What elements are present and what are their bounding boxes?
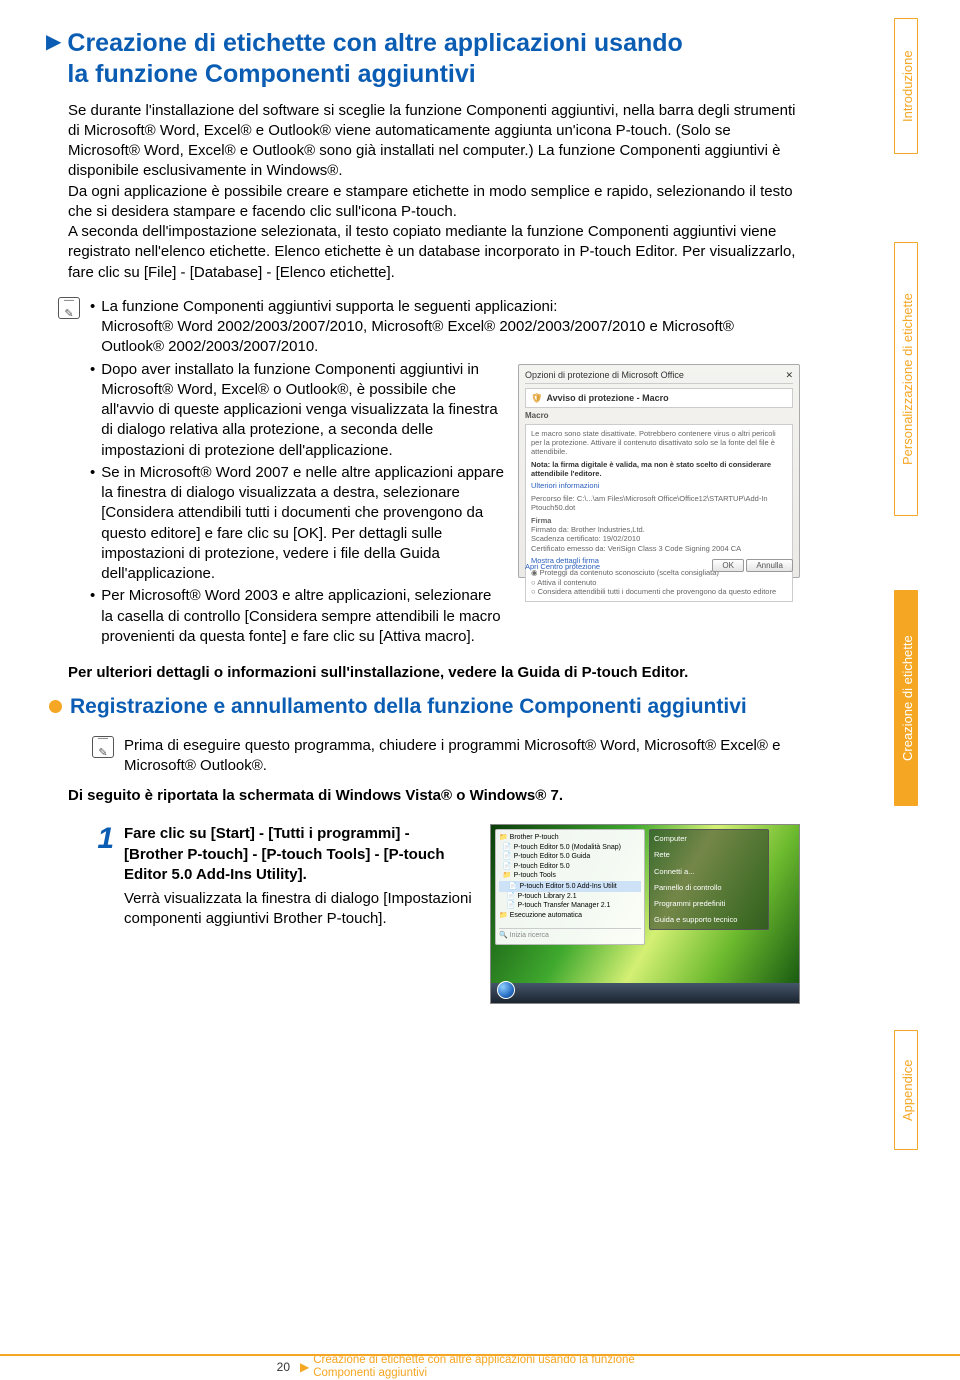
note-icon: —✎ — [92, 736, 114, 758]
triangle-icon: ▶ — [300, 1359, 309, 1375]
note-block-1: —✎ La funzione Componenti aggiuntivi sup… — [58, 297, 800, 649]
page-number: 20 — [0, 1359, 300, 1375]
note-block-2: —✎ Prima di eseguire questo programma, c… — [92, 736, 800, 777]
triangle-icon: ▶ — [46, 32, 61, 52]
step1-result: Verrà visualizzata la finestra di dialog… — [124, 889, 472, 930]
note1-bullet1: La funzione Componenti aggiuntivi suppor… — [101, 297, 800, 358]
tab-personalizzazione[interactable]: Personalizzazione di etichette — [894, 242, 918, 516]
note1-bullet4: Per Microsoft® Word 2003 e altre applica… — [101, 586, 504, 647]
cancel-button[interactable]: Annulla — [746, 559, 793, 572]
note-icon: —✎ — [58, 297, 80, 319]
sub-heading: Registrazione e annullamento della funzi… — [70, 693, 747, 721]
shield-icon: 🛡 — [531, 392, 542, 404]
guide-reference: Per ulteriori dettagli o informazioni su… — [68, 663, 800, 683]
tab-creazione[interactable]: Creazione di etichette — [894, 590, 918, 806]
step1-instruction: Fare clic su [Start] - [Tutti i programm… — [124, 825, 445, 883]
trust-center-link[interactable]: Apri Centro protezione — [525, 562, 600, 572]
note1-bullet2: Dopo aver installato la funzione Compone… — [101, 360, 504, 461]
footer-title: Creazione di etichette con altre applica… — [313, 1354, 635, 1379]
close-icon[interactable]: ✕ — [785, 369, 793, 381]
tab-introduzione[interactable]: Introduzione — [894, 18, 918, 154]
intro-paragraph: Se durante l'installazione del software … — [68, 101, 800, 283]
tab-appendice[interactable]: Appendice — [894, 1030, 918, 1150]
security-dialog-thumb: Opzioni di protezione di Microsoft Offic… — [518, 364, 800, 578]
step-1: 1 Fare clic su [Start] - [Tutti i progra… — [86, 824, 800, 1004]
ok-button[interactable]: OK — [712, 559, 744, 572]
side-nav-tabs: Introduzione Personalizzazione di etiche… — [894, 18, 930, 1150]
step-number: 1 — [86, 824, 114, 854]
page-title: Creazione di etichette con altre applica… — [67, 28, 682, 91]
page-footer: 20 ▶ Creazione di etichette con altre ap… — [0, 1354, 960, 1378]
bullet-icon — [49, 700, 62, 713]
more-info-link[interactable]: Ulteriori informazioni — [531, 481, 787, 490]
vista-caption: Di seguito è riportata la schermata di W… — [68, 786, 800, 806]
section-heading: ▶ Creazione di etichette con altre appli… — [46, 28, 800, 91]
note1-bullet3: Se in Microsoft® Word 2007 e nelle altre… — [101, 463, 504, 585]
sub-heading-row: Registrazione e annullamento della funzi… — [46, 693, 800, 721]
start-menu-thumb: 📁 Brother P-touch 📄 P-touch Editor 5.0 (… — [490, 824, 800, 1004]
